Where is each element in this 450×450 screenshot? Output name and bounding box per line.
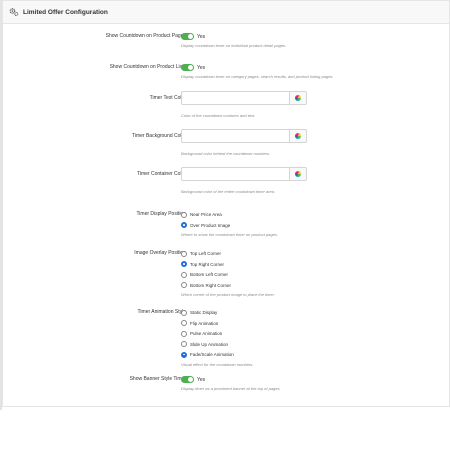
timer-animation-style-group: Static Display Flip Animation Pulse Anim… xyxy=(181,309,421,367)
color-picker-button[interactable] xyxy=(290,167,307,181)
radio-button[interactable] xyxy=(181,320,187,326)
field-label: Show Countdown on Product Pages xyxy=(105,33,186,39)
help-text: Display countdown timer on individual pr… xyxy=(181,43,287,48)
radio-label: Flip Animation xyxy=(190,320,219,326)
radio-label: Bottom Right Corner xyxy=(190,282,232,288)
banner-style-timer-toggle[interactable] xyxy=(181,376,194,383)
field-label: Image Overlay Position xyxy=(134,250,186,256)
gears-icon xyxy=(9,7,19,17)
radio-label: Over Product Image xyxy=(190,222,231,228)
image-overlay-position-group: Top Left Corner Top Right Corner Bottom … xyxy=(181,250,421,297)
countdown-product-pages-toggle[interactable] xyxy=(181,33,194,40)
radio-option[interactable]: Slide Up Animation xyxy=(181,341,421,348)
radio-option[interactable]: Fade/Scale Animation xyxy=(181,351,421,358)
radio-label: Near Price Area xyxy=(190,212,222,217)
help-text: Visual effect for the countdown numbers. xyxy=(181,361,254,367)
help-text: Display countdown timer on category page… xyxy=(181,74,334,79)
timer-container-color-input[interactable] xyxy=(181,167,290,181)
help-text: Color of the countdown numbers and text. xyxy=(181,113,256,118)
timer-text-color-input[interactable] xyxy=(181,91,290,105)
color-picker-button[interactable] xyxy=(290,91,307,105)
radio-label: Static Display xyxy=(190,310,218,315)
radio-label: Top Left Corner xyxy=(190,251,222,256)
radio-label: Bottom Left Corner xyxy=(190,272,229,277)
radio-button[interactable] xyxy=(181,261,187,267)
field-label: Timer Text Color xyxy=(149,95,186,101)
toggle-value: Yes xyxy=(197,376,206,383)
radio-option[interactable]: Bottom Left Corner xyxy=(181,271,421,278)
panel-header: Limited Offer Configuration xyxy=(3,1,449,24)
toggle-value: Yes xyxy=(197,33,206,40)
field-label: Timer Container Color xyxy=(137,171,186,177)
help-text: Which corner of the product image to pla… xyxy=(181,292,275,297)
radio-button[interactable] xyxy=(181,250,187,257)
panel-title: Limited Offer Configuration xyxy=(23,8,108,16)
help-text: Where to show the countdown timer on pro… xyxy=(181,232,278,237)
radio-button[interactable] xyxy=(181,271,187,278)
radio-option[interactable]: Top Left Corner xyxy=(181,250,421,257)
countdown-product-lists-toggle[interactable] xyxy=(181,64,194,71)
radio-button[interactable] xyxy=(181,222,187,228)
timer-display-position-group: Near Price Area Over Product Image Where… xyxy=(181,211,421,237)
timer-background-color-input[interactable] xyxy=(181,129,290,143)
color-picker-button[interactable] xyxy=(290,129,307,143)
radio-label: Slide Up Animation xyxy=(190,341,229,347)
radio-option[interactable]: Over Product Image xyxy=(181,222,421,229)
radio-option[interactable]: Pulse Animation xyxy=(181,330,421,337)
help-text: Background color of the entire countdown… xyxy=(181,189,276,194)
radio-option[interactable]: Top Right Corner xyxy=(181,261,421,268)
color-wheel-icon xyxy=(295,133,301,139)
radio-option[interactable]: Near Price Area xyxy=(181,211,421,218)
radio-label: Pulse Animation xyxy=(190,331,223,336)
field-label: Timer Animation Style xyxy=(137,309,186,315)
radio-button[interactable] xyxy=(181,309,187,316)
field-label: Show Countdown on Product Lists xyxy=(109,64,186,70)
help-text: Background color behind the countdown nu… xyxy=(181,151,271,156)
radio-option[interactable]: Bottom Right Corner xyxy=(181,282,421,289)
radio-button[interactable] xyxy=(181,282,187,288)
field-label: Show Banner Style Timer xyxy=(129,376,186,382)
radio-option[interactable]: Static Display xyxy=(181,309,421,316)
help-text: Display timer as a prominent banner at t… xyxy=(181,386,281,391)
color-wheel-icon xyxy=(295,171,301,177)
radio-button[interactable] xyxy=(181,330,187,337)
field-label: Timer Display Position xyxy=(136,211,186,217)
radio-button[interactable] xyxy=(181,211,187,218)
radio-button[interactable] xyxy=(181,341,187,347)
radio-option[interactable]: Flip Animation xyxy=(181,320,421,327)
color-wheel-icon xyxy=(295,95,301,101)
field-label: Timer Background Color xyxy=(131,133,186,139)
radio-label: Fade/Scale Animation xyxy=(190,352,234,357)
radio-label: Top Right Corner xyxy=(190,261,225,267)
radio-button[interactable] xyxy=(181,351,187,358)
toggle-value: Yes xyxy=(197,64,206,71)
